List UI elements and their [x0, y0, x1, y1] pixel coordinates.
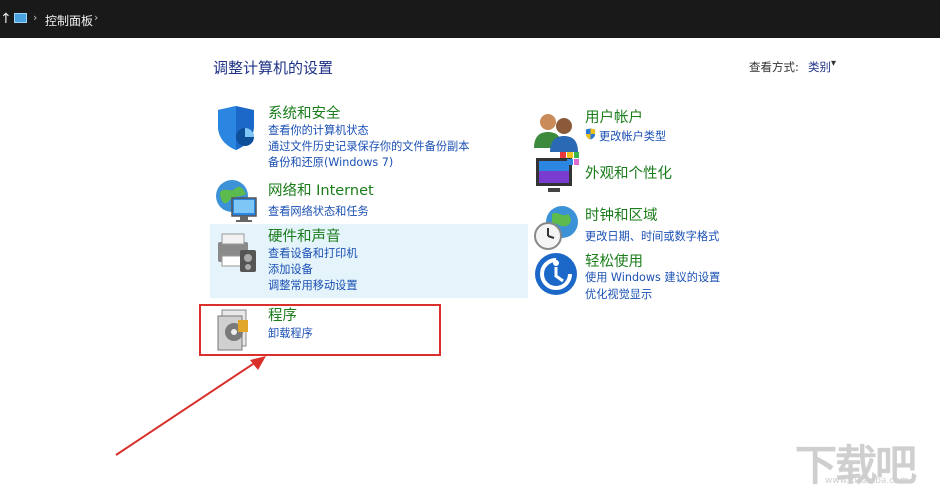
- annotation-arrow: [115, 356, 266, 456]
- watermark: 下载吧 www.xiazaiba.com: [795, 432, 935, 490]
- watermark-url: www.xiazaiba.com: [825, 476, 909, 486]
